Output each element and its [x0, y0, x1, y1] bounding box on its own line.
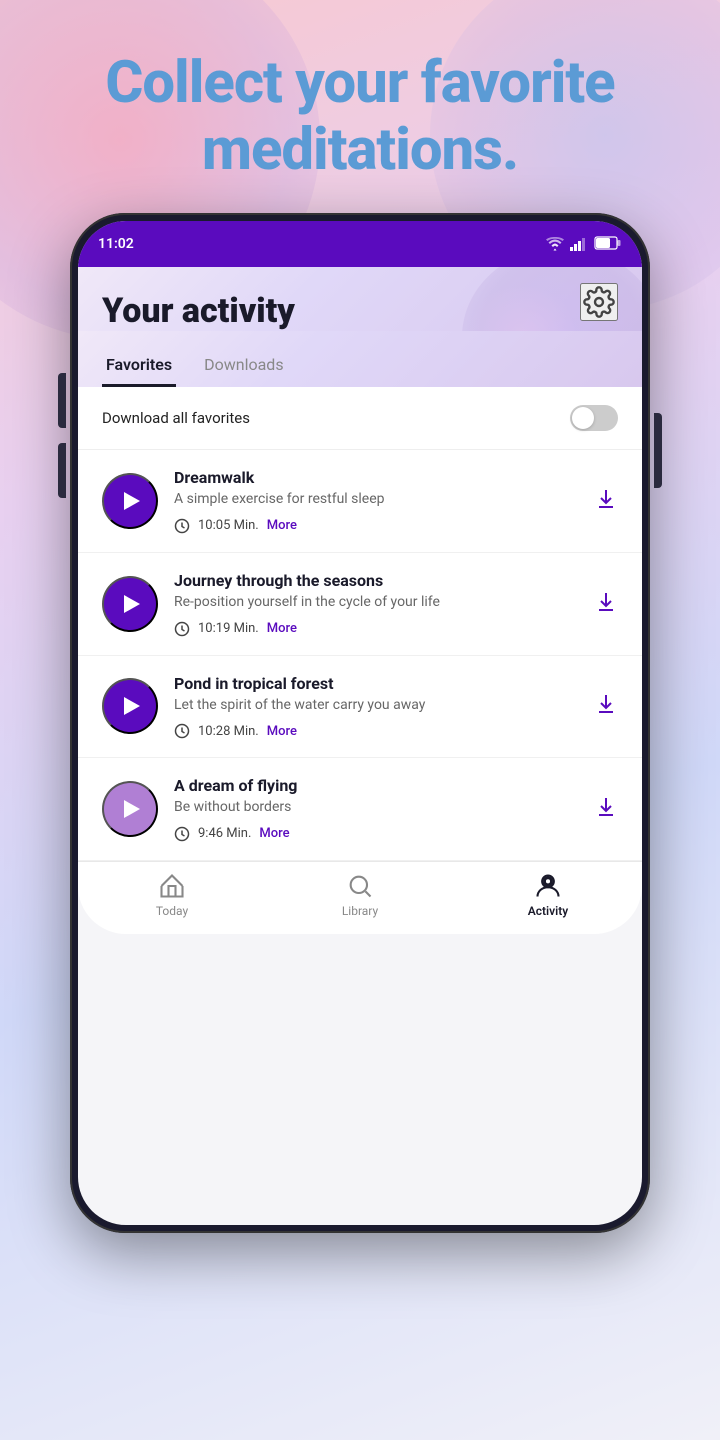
- item-duration-pond: 10:28 Min.: [198, 724, 259, 739]
- item-subtitle-flying: Be without borders: [174, 798, 578, 818]
- item-subtitle-pond: Let the spirit of the water carry you aw…: [174, 696, 578, 716]
- search-icon: [346, 872, 374, 900]
- play-button-dreamwalk[interactable]: [102, 473, 158, 529]
- play-icon-journey: [124, 595, 140, 613]
- status-icons: [546, 236, 622, 253]
- volume-up-button: [58, 373, 66, 428]
- item-meta-journey: 10:19 Min. More: [174, 621, 578, 637]
- item-meta-flying: 9:46 Min. More: [174, 826, 578, 842]
- download-all-toggle[interactable]: [570, 405, 618, 431]
- nav-item-today[interactable]: Today: [78, 872, 266, 918]
- play-button-pond[interactable]: [102, 678, 158, 734]
- clock-icon-pond: [174, 723, 190, 739]
- download-button-flying[interactable]: [594, 795, 618, 823]
- item-title-journey: Journey through the seasons: [174, 571, 578, 590]
- item-subtitle-dreamwalk: A simple exercise for restful sleep: [174, 490, 578, 510]
- download-button-journey[interactable]: [594, 590, 618, 618]
- item-meta-pond: 10:28 Min. More: [174, 723, 578, 739]
- item-duration-flying: 9:46 Min.: [198, 826, 251, 841]
- meditation-item-pond: Pond in tropical forest Let the spirit o…: [78, 656, 642, 759]
- item-subtitle-journey: Re-position yourself in the cycle of you…: [174, 593, 578, 613]
- nav-label-library: Library: [342, 904, 378, 918]
- phone-wrapper: 11:02: [0, 213, 720, 1233]
- phone-frame: 11:02: [70, 213, 650, 1233]
- meditation-item-dreamwalk: Dreamwalk A simple exercise for restful …: [78, 450, 642, 553]
- page-title: Your activity: [102, 283, 618, 331]
- meditation-item-journey: Journey through the seasons Re-position …: [78, 553, 642, 656]
- tab-favorites[interactable]: Favorites: [102, 347, 176, 387]
- item-content-flying: A dream of flying Be without borders 9:4…: [174, 776, 578, 842]
- download-button-dreamwalk[interactable]: [594, 487, 618, 515]
- item-more-flying[interactable]: More: [259, 826, 289, 841]
- bottom-nav: Today Library A: [78, 861, 642, 934]
- download-all-row: Download all favorites: [78, 387, 642, 450]
- signal-icon: [570, 237, 588, 251]
- tabs-container: Favorites Downloads: [78, 331, 642, 387]
- nav-label-today: Today: [156, 904, 188, 918]
- item-title-dreamwalk: Dreamwalk: [174, 468, 578, 487]
- play-icon-flying: [124, 800, 140, 818]
- item-meta-dreamwalk: 10:05 Min. More: [174, 518, 578, 534]
- hero-section: Collect your favorite meditations.: [0, 0, 720, 213]
- home-icon: [158, 872, 186, 900]
- item-duration-journey: 10:19 Min.: [198, 621, 259, 636]
- clock-icon-flying: [174, 826, 190, 842]
- item-more-dreamwalk[interactable]: More: [267, 518, 297, 533]
- toggle-knob: [572, 407, 594, 429]
- item-content-pond: Pond in tropical forest Let the spirit o…: [174, 674, 578, 740]
- activity-icon: [534, 872, 562, 900]
- hero-title: Collect your favorite meditations.: [40, 50, 680, 183]
- nav-label-activity: Activity: [528, 904, 569, 918]
- item-content-dreamwalk: Dreamwalk A simple exercise for restful …: [174, 468, 578, 534]
- meditation-item-flying: A dream of flying Be without borders 9:4…: [78, 758, 642, 861]
- item-more-pond[interactable]: More: [267, 724, 297, 739]
- status-time: 11:02: [98, 236, 134, 252]
- status-bar: 11:02: [78, 221, 642, 267]
- app-header: Your activity: [78, 267, 642, 331]
- item-title-pond: Pond in tropical forest: [174, 674, 578, 693]
- play-icon-pond: [124, 697, 140, 715]
- download-all-label: Download all favorites: [102, 409, 250, 427]
- power-button: [654, 413, 662, 488]
- clock-icon-dreamwalk: [174, 518, 190, 534]
- item-duration-dreamwalk: 10:05 Min.: [198, 518, 259, 533]
- volume-down-button: [58, 443, 66, 498]
- wifi-icon: [546, 237, 564, 251]
- item-more-journey[interactable]: More: [267, 621, 297, 636]
- play-icon-dreamwalk: [124, 492, 140, 510]
- clock-icon-journey: [174, 621, 190, 637]
- tab-downloads[interactable]: Downloads: [200, 347, 287, 387]
- item-title-flying: A dream of flying: [174, 776, 578, 795]
- nav-item-activity[interactable]: Activity: [454, 872, 642, 918]
- play-button-journey[interactable]: [102, 576, 158, 632]
- nav-item-library[interactable]: Library: [266, 872, 454, 918]
- phone-screen: 11:02: [78, 221, 642, 1225]
- item-content-journey: Journey through the seasons Re-position …: [174, 571, 578, 637]
- battery-icon: [594, 236, 622, 253]
- content-area: Download all favorites Dreamwalk A simpl…: [78, 387, 642, 860]
- download-button-pond[interactable]: [594, 692, 618, 720]
- play-button-flying[interactable]: [102, 781, 158, 837]
